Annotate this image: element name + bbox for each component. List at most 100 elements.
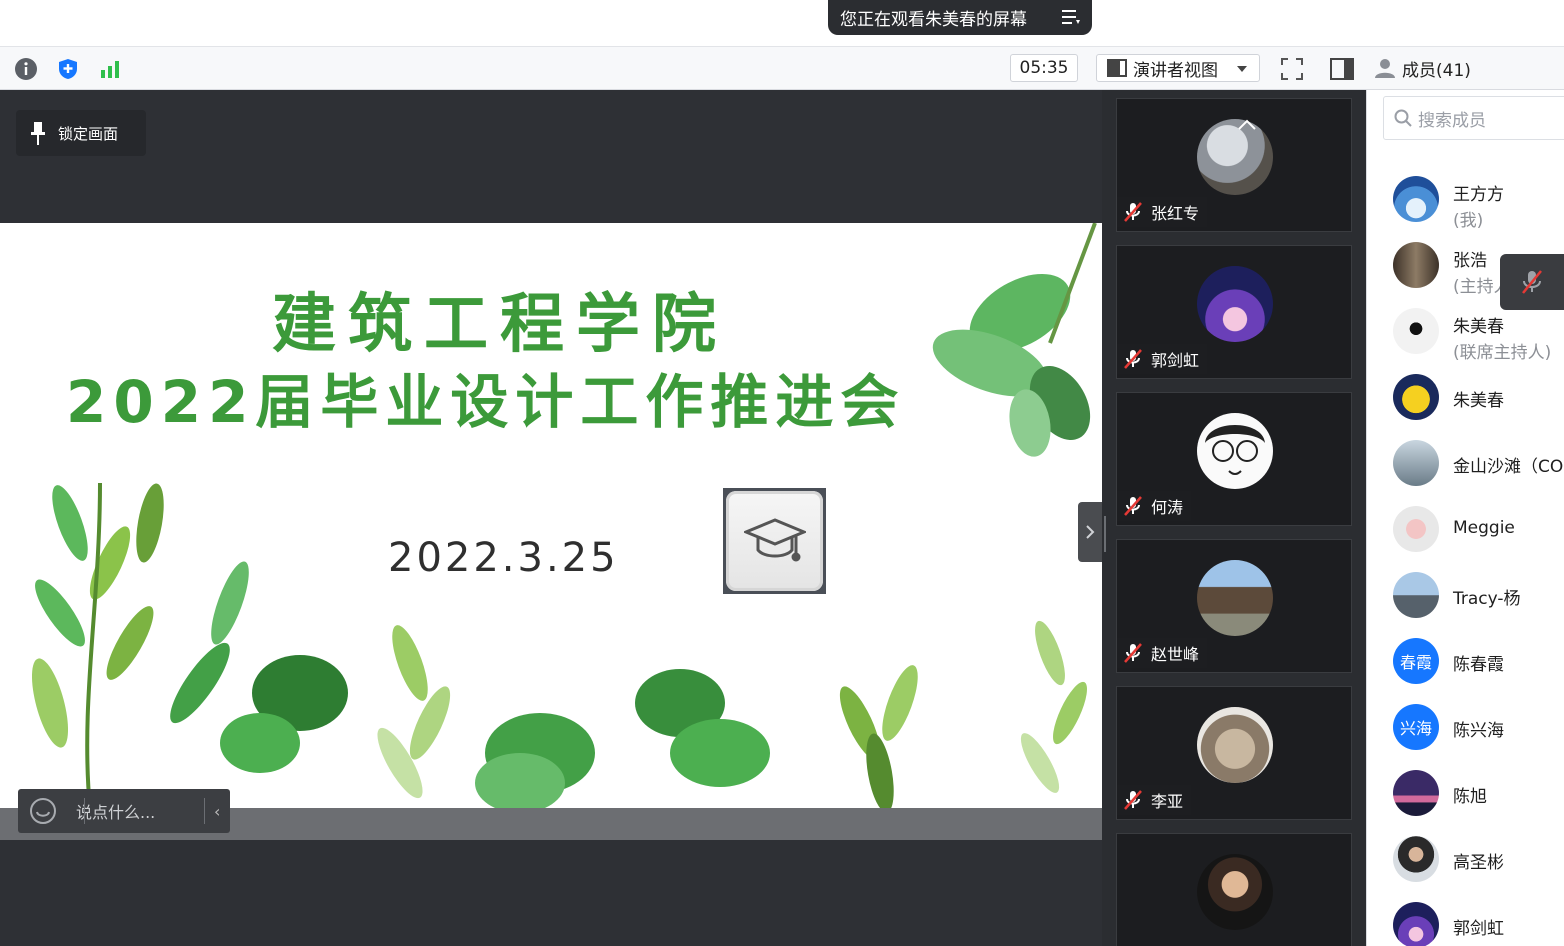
avatar bbox=[1393, 176, 1439, 222]
member-item[interactable]: 兴海 陈兴海 bbox=[1393, 700, 1564, 756]
chat-input[interactable]: 说点什么... ‹ bbox=[18, 789, 230, 833]
member-item[interactable]: 高圣彬 bbox=[1393, 832, 1564, 888]
video-tile[interactable]: 郭剑虹 bbox=[1116, 245, 1352, 379]
member-item[interactable]: 王方方 (我) bbox=[1393, 172, 1564, 231]
video-tile[interactable]: 何涛 bbox=[1116, 392, 1352, 526]
participant-name: 郭剑虹 bbox=[1151, 351, 1200, 370]
member-name: Tracy-杨 bbox=[1453, 589, 1521, 609]
search-placeholder: 搜索成员 bbox=[1418, 110, 1486, 131]
member-name: 金山沙滩（CO bbox=[1453, 457, 1564, 477]
participant-name: 何涛 bbox=[1151, 498, 1184, 517]
member-item[interactable]: Meggie bbox=[1393, 502, 1564, 558]
avatar: 兴海 bbox=[1393, 704, 1439, 750]
avatar bbox=[1197, 707, 1273, 783]
info-icon[interactable] bbox=[12, 55, 40, 83]
member-name: 陈春霞 bbox=[1453, 655, 1504, 675]
floating-mic-button[interactable] bbox=[1500, 254, 1564, 310]
mic-muted-icon bbox=[1124, 349, 1142, 369]
meeting-toolbar: 05:35 演讲者视图 bbox=[0, 46, 1366, 90]
pin-icon bbox=[31, 122, 45, 145]
avatar bbox=[1197, 560, 1273, 636]
avatar bbox=[1393, 308, 1439, 354]
graduation-cap-icon bbox=[723, 488, 826, 594]
participant-name-tag: 郭剑虹 bbox=[1117, 344, 1208, 374]
member-name: Meggie bbox=[1453, 518, 1515, 538]
avatar bbox=[1393, 836, 1439, 882]
avatar bbox=[1393, 506, 1439, 552]
avatar bbox=[1393, 440, 1439, 486]
avatar bbox=[1197, 266, 1273, 342]
members-count-label: 成员(41) bbox=[1402, 60, 1471, 81]
member-item[interactable]: 郭剑虹 bbox=[1393, 898, 1564, 946]
avatar bbox=[1393, 902, 1439, 946]
person-icon bbox=[1375, 59, 1395, 78]
chat-divider bbox=[84, 798, 85, 824]
member-name: 朱美春 bbox=[1453, 317, 1504, 337]
presenter-view-label: 演讲者视图 bbox=[1133, 60, 1218, 81]
video-tile[interactable]: 赵世峰 bbox=[1116, 539, 1352, 673]
member-name: 高圣彬 bbox=[1453, 853, 1504, 873]
mic-muted-icon bbox=[1124, 496, 1142, 516]
participant-name-tag: 李亚 bbox=[1117, 785, 1192, 815]
video-tile[interactable] bbox=[1116, 833, 1352, 946]
member-role: (我) bbox=[1453, 211, 1484, 231]
mic-muted-icon bbox=[1124, 643, 1142, 663]
avatar bbox=[1197, 854, 1273, 930]
avatar: 春霞 bbox=[1393, 638, 1439, 684]
member-name: 王方方 bbox=[1453, 185, 1504, 205]
shared-screen-stage: 锁定画面 建筑工程学院 2022届毕业设计工作推进会 2022.3.25 说点什… bbox=[0, 90, 1102, 946]
member-item[interactable]: 陈旭 bbox=[1393, 766, 1564, 822]
lock-screen-label: 锁定画面 bbox=[58, 124, 119, 143]
slide-title-line1: 建筑工程学院 bbox=[272, 288, 728, 362]
presenter-view-dropdown[interactable]: 演讲者视图 bbox=[1096, 54, 1260, 82]
fullscreen-icon[interactable] bbox=[1278, 55, 1306, 83]
video-tile[interactable]: 李亚 bbox=[1116, 686, 1352, 820]
video-tiles-column: 张红专 郭剑虹 何涛 赵世峰 李亚 bbox=[1108, 90, 1366, 946]
mic-muted-icon bbox=[1124, 790, 1142, 810]
top-strip bbox=[0, 0, 1564, 46]
menu-icon[interactable] bbox=[1062, 9, 1080, 25]
collapse-tiles-tab[interactable] bbox=[1078, 502, 1102, 562]
members-panel-header: 成员(41) bbox=[1366, 46, 1564, 90]
meeting-timer: 05:35 bbox=[1010, 54, 1078, 82]
chat-placeholder: 说点什么... bbox=[76, 803, 156, 822]
chevron-right-icon bbox=[1086, 525, 1095, 539]
avatar bbox=[1393, 374, 1439, 420]
chevron-down-icon bbox=[1237, 66, 1247, 72]
avatar bbox=[1197, 413, 1273, 489]
video-tile[interactable]: 张红专 bbox=[1116, 98, 1352, 232]
presentation-slide: 建筑工程学院 2022届毕业设计工作推进会 2022.3.25 bbox=[0, 223, 1102, 809]
participant-name: 赵世峰 bbox=[1151, 645, 1200, 664]
member-name: 陈兴海 bbox=[1453, 721, 1504, 741]
member-item[interactable]: Tracy-杨 bbox=[1393, 568, 1564, 624]
participant-name: 张红专 bbox=[1151, 204, 1200, 223]
participant-name-tag: 张红专 bbox=[1117, 197, 1208, 227]
avatar bbox=[1393, 242, 1439, 288]
avatar bbox=[1393, 770, 1439, 816]
member-item[interactable]: 金山沙滩（CO bbox=[1393, 436, 1564, 492]
member-item[interactable]: 朱美春 (联席主持人) bbox=[1393, 304, 1564, 363]
screen-share-banner[interactable]: 您正在观看朱美春的屏幕 bbox=[828, 0, 1092, 35]
member-name: 陈旭 bbox=[1453, 787, 1487, 807]
chevron-up-icon[interactable] bbox=[1237, 119, 1257, 131]
participant-name-tag: 赵世峰 bbox=[1117, 638, 1208, 668]
emoji-icon[interactable] bbox=[30, 798, 56, 824]
participant-name-tag: 何涛 bbox=[1117, 491, 1192, 521]
member-item[interactable]: 春霞 陈春霞 bbox=[1393, 634, 1564, 690]
security-shield-icon[interactable] bbox=[54, 55, 82, 83]
member-name: 郭剑虹 bbox=[1453, 919, 1504, 939]
layout-icon bbox=[1107, 59, 1127, 77]
chevron-left-icon[interactable]: ‹ bbox=[214, 802, 220, 821]
search-input[interactable]: 搜索成员 bbox=[1383, 96, 1564, 140]
sidebar-toggle-icon[interactable] bbox=[1328, 55, 1356, 83]
mic-muted-icon bbox=[1522, 270, 1542, 294]
network-signal-icon[interactable] bbox=[96, 55, 124, 83]
share-banner-text: 您正在观看朱美春的屏幕 bbox=[840, 10, 1027, 30]
avatar bbox=[1197, 119, 1273, 195]
slide-date: 2022.3.25 bbox=[388, 535, 619, 581]
search-icon bbox=[1394, 109, 1412, 127]
member-item[interactable]: 朱美春 bbox=[1393, 370, 1564, 426]
chat-divider bbox=[204, 798, 205, 824]
lock-screen-button[interactable]: 锁定画面 bbox=[16, 110, 146, 156]
mic-muted-icon bbox=[1124, 202, 1142, 222]
